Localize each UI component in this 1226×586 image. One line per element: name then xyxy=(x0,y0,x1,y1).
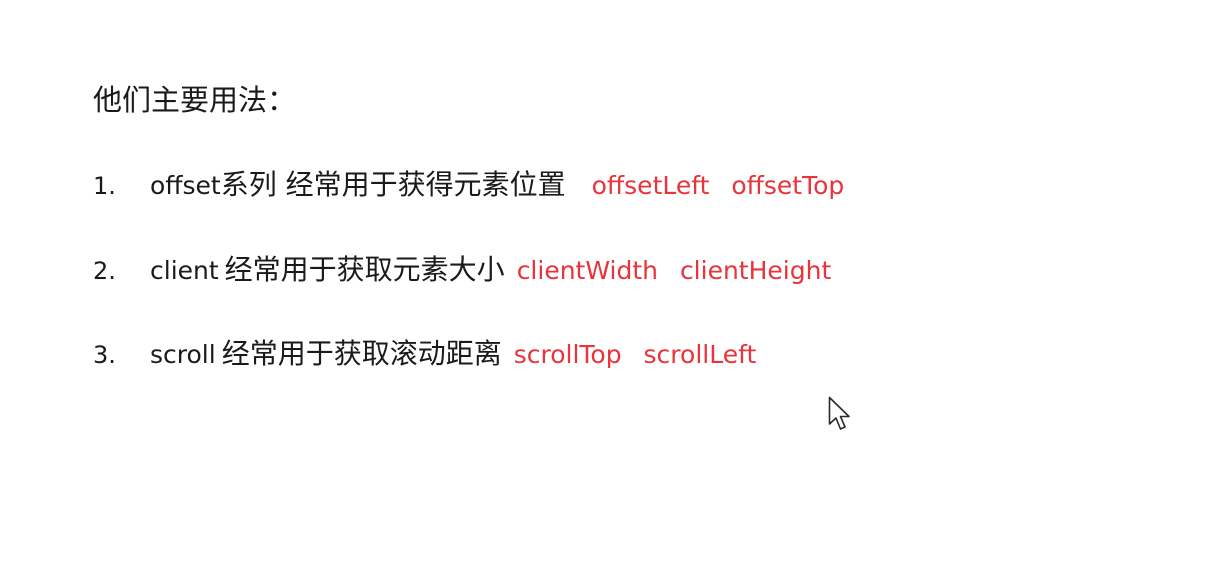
property-name: clientHeight xyxy=(679,256,832,285)
property-name: scrollLeft xyxy=(643,340,757,369)
list-item-properties: clientWidth clientHeight xyxy=(517,251,832,291)
property-name: clientWidth xyxy=(516,256,658,285)
property-name: offsetLeft xyxy=(591,171,710,200)
property-name: offsetTop xyxy=(731,171,845,200)
list-item: 1. offset 系列 经常用于获得元素位置 offsetLeft offse… xyxy=(93,165,844,205)
list-item-number: 1. xyxy=(93,172,116,200)
list-item: 3. scroll 经常用于获取滚动距离 scrollTop scrollLef… xyxy=(93,334,756,374)
list-item-number: 3. xyxy=(93,341,116,369)
list-item-description: 经常用于获取元素大小 xyxy=(224,253,505,286)
list-item-properties: offsetLeft offsetTop xyxy=(592,166,845,206)
list-item-description: 经常用于获取滚动距离 xyxy=(221,337,502,370)
list-item-term: scroll xyxy=(150,340,216,369)
list-item-term: client xyxy=(150,256,219,285)
list-item-term: offset xyxy=(150,171,221,200)
mouse-pointer-icon xyxy=(828,396,850,430)
list-item-description: 系列 经常用于获得元素位置 xyxy=(220,168,566,201)
property-name: scrollTop xyxy=(513,340,622,369)
list-item-number: 2. xyxy=(93,257,116,285)
list-item: 2. client 经常用于获取元素大小 clientWidth clientH… xyxy=(93,250,831,290)
slide: 他们主要用法： 1. offset 系列 经常用于获得元素位置 offsetLe… xyxy=(0,0,1226,586)
slide-heading: 他们主要用法： xyxy=(93,83,297,117)
list-item-properties: scrollTop scrollLeft xyxy=(514,335,757,375)
